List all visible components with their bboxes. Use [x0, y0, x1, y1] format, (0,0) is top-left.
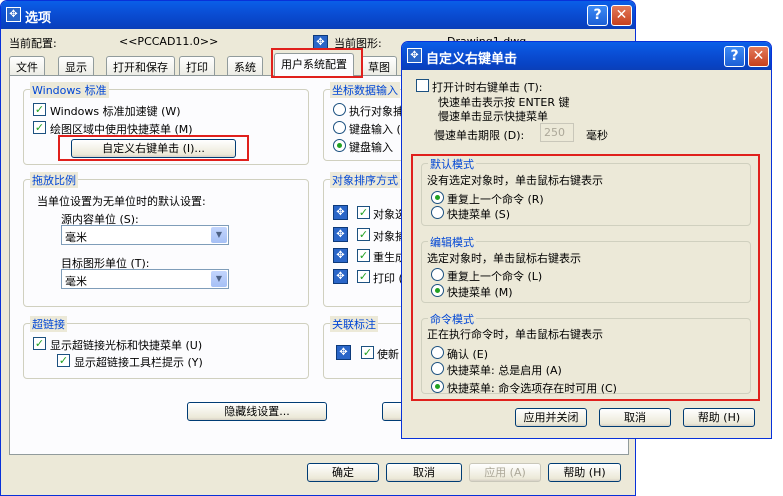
target-units-value: 毫米	[65, 275, 87, 288]
cancel-button[interactable]: 取消	[386, 463, 462, 482]
current-drawing-label: 当前图形:	[334, 37, 382, 50]
group-drag-scale-title: 拖放比例	[30, 172, 78, 188]
hyperlink-tooltip-label: 显示超链接工具栏提示 (Y)	[74, 356, 203, 369]
object-select-icon: ✥	[333, 205, 348, 220]
hyperlink-cursor-checkbox[interactable]: ✓	[33, 337, 46, 350]
command-shortcut-always-radio[interactable]	[431, 362, 444, 375]
hyperlink-cursor-label: 显示超链接光标和快捷菜单 (U)	[50, 339, 203, 352]
coord-keyboard-radio[interactable]	[333, 121, 346, 134]
group-command-mode-title: 命令模式	[428, 311, 476, 327]
custom-right-click-dialog: ✥ 自定义右键单击 ? ✕ 打开计时右键单击 (T): 快速单击表示按 ENTE…	[401, 41, 772, 439]
tab-drafting[interactable]: 草图	[361, 56, 397, 75]
command-shortcut-options-radio[interactable]	[431, 380, 444, 393]
plot-icon: ✥	[333, 269, 348, 284]
windows-accel-keys-label: Windows 标准加速键 (W)	[50, 105, 181, 118]
duration-value: 250	[544, 126, 565, 139]
source-units-select[interactable]: 毫米 ▼	[61, 225, 229, 245]
chevron-down-icon[interactable]: ▼	[211, 271, 227, 287]
timed-right-click-checkbox[interactable]	[416, 79, 429, 92]
custom-help-button[interactable]: 帮助 (H)	[683, 408, 755, 427]
cad-app-icon: ✥	[407, 48, 422, 63]
apply-close-button[interactable]: 应用并关闭	[515, 408, 587, 427]
custom-right-click-title: 自定义右键单击	[426, 52, 518, 67]
edit-repeat-label: 重复上一个命令 (L)	[447, 270, 543, 283]
sort-regen-checkbox[interactable]: ✓	[357, 249, 370, 262]
windows-accel-keys-checkbox[interactable]: ✓	[33, 103, 46, 116]
timed-desc-line2: 慢速单击显示快捷菜单	[438, 110, 548, 123]
coord-keyboard-except-label: 键盘输入	[349, 141, 393, 154]
close-icon[interactable]: ✕	[748, 46, 769, 67]
group-windows-standard-title: Windows 标准	[30, 82, 109, 98]
apply-button[interactable]: 应用 (A)	[469, 463, 541, 482]
coord-running-snap-radio[interactable]	[333, 103, 346, 116]
tab-open-save[interactable]: 打开和保存	[106, 56, 175, 75]
hidden-line-settings-button[interactable]: 隐藏线设置...	[187, 402, 327, 421]
assoc-dim-icon: ✥	[336, 345, 351, 360]
custom-cancel-button[interactable]: 取消	[599, 408, 671, 427]
regen-icon: ✥	[333, 248, 348, 263]
duration-unit: 毫秒	[586, 129, 608, 142]
sort-plot-checkbox[interactable]: ✓	[357, 270, 370, 283]
coord-keyboard-except-radio[interactable]	[333, 139, 346, 152]
default-repeat-label: 重复上一个命令 (R)	[447, 193, 544, 206]
tab-user-preferences[interactable]: 用户系统配置	[274, 53, 354, 76]
group-coord-input-title: 坐标数据输入	[330, 82, 400, 98]
group-hyperlink-title: 超链接	[30, 316, 67, 332]
cad-app-icon: ✥	[6, 7, 21, 22]
duration-input[interactable]: 250	[540, 123, 574, 142]
help-button[interactable]: 帮助 (H)	[548, 463, 621, 482]
shortcut-menu-label: 绘图区域中使用快捷菜单 (M)	[50, 123, 193, 136]
ok-button[interactable]: 确定	[307, 463, 379, 482]
edit-shortcut-label: 快捷菜单 (M)	[447, 286, 513, 299]
default-repeat-radio[interactable]	[431, 191, 444, 204]
current-profile-value: <<PCCAD11.0>>	[119, 35, 219, 48]
drawing-icon: ✥	[313, 35, 328, 50]
duration-label: 慢速单击期限 (D):	[434, 129, 525, 142]
group-edit-mode-title: 编辑模式	[428, 234, 476, 250]
coord-keyboard-label: 键盘输入 (	[349, 123, 401, 136]
default-shortcut-label: 快捷菜单 (S)	[447, 208, 511, 221]
help-icon[interactable]: ?	[587, 5, 608, 26]
object-snap-icon: ✥	[333, 227, 348, 242]
edit-shortcut-radio[interactable]	[431, 284, 444, 297]
hyperlink-tooltip-checkbox[interactable]: ✓	[57, 354, 70, 367]
default-shortcut-radio[interactable]	[431, 206, 444, 219]
close-icon[interactable]: ✕	[611, 5, 632, 26]
source-units-value: 毫米	[65, 231, 87, 244]
sort-object-snap-checkbox[interactable]: ✓	[357, 228, 370, 241]
command-shortcut-always-label: 快捷菜单: 总是启用 (A)	[447, 364, 562, 377]
assoc-dim-checkbox[interactable]: ✓	[361, 346, 374, 359]
tab-display[interactable]: 显示	[58, 56, 94, 75]
group-default-mode-title: 默认模式	[428, 156, 476, 172]
tab-plot[interactable]: 打印	[179, 56, 215, 75]
command-enter-label: 确认 (E)	[447, 348, 489, 361]
group-object-sort-title: 对象排序方式	[330, 172, 400, 188]
edit-mode-desc: 选定对象时，单击鼠标右键表示	[427, 252, 581, 265]
command-enter-radio[interactable]	[431, 346, 444, 359]
assoc-dim-label: 使新	[377, 348, 399, 361]
timed-right-click-label: 打开计时右键单击 (T):	[432, 81, 543, 94]
options-title: 选项	[25, 11, 52, 26]
edit-repeat-radio[interactable]	[431, 268, 444, 281]
group-assoc-dim-title: 关联标注	[330, 316, 378, 332]
sort-plot-label: 打印 (	[373, 272, 403, 285]
command-shortcut-options-label: 快捷菜单: 命令选项存在时可用 (C)	[447, 382, 617, 395]
coord-running-snap-label: 执行对象捕	[349, 105, 404, 118]
tab-files[interactable]: 文件	[9, 56, 45, 75]
custom-right-click-titlebar[interactable]: ✥ 自定义右键单击 ? ✕	[402, 42, 771, 70]
help-icon[interactable]: ?	[724, 46, 745, 67]
tab-system[interactable]: 系统	[227, 56, 263, 75]
current-profile-label: 当前配置:	[9, 37, 57, 50]
drag-scale-desc: 当单位设置为无单位时的默认设置:	[37, 195, 206, 208]
shortcut-menu-checkbox[interactable]: ✓	[33, 121, 46, 134]
command-mode-desc: 正在执行命令时，单击鼠标右键表示	[427, 328, 603, 341]
options-titlebar[interactable]: ✥ 选项 ? ✕	[1, 1, 635, 29]
default-mode-desc: 没有选定对象时，单击鼠标右键表示	[427, 174, 603, 187]
sort-object-select-checkbox[interactable]: ✓	[357, 206, 370, 219]
custom-right-click-button[interactable]: 自定义右键单击 (I)...	[71, 139, 236, 158]
target-units-select[interactable]: 毫米 ▼	[61, 269, 229, 289]
chevron-down-icon[interactable]: ▼	[211, 227, 227, 243]
